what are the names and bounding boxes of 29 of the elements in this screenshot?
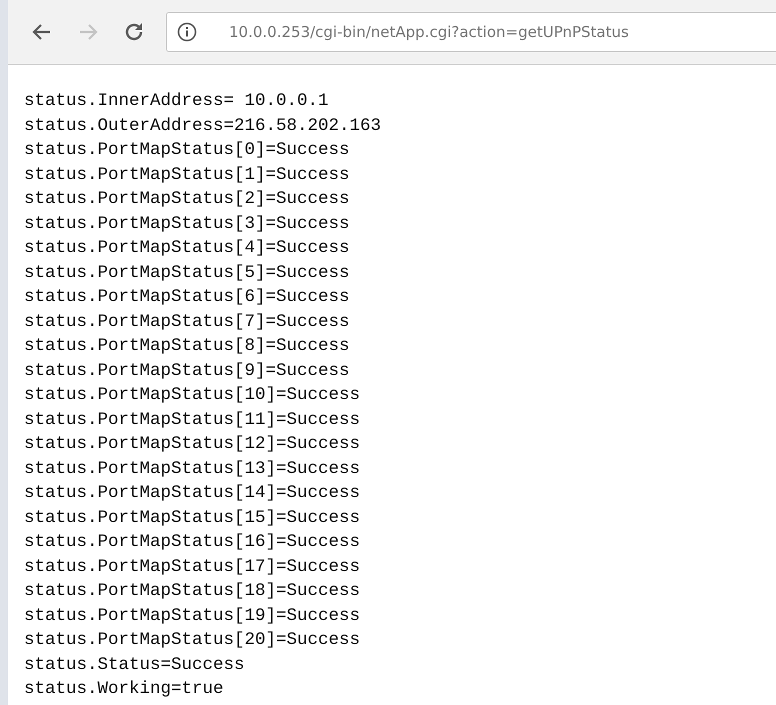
response-line: status.PortMapStatus[5]=Success [24, 262, 351, 284]
response-line: status.PortMapStatus[4]=Success [24, 237, 351, 260]
response-line: status.PortMapStatus[20]=Success [24, 629, 362, 652]
address-bar[interactable]: 10.0.0.253/cgi-bin/netApp.cgi?action=getUPnPStatus [166, 12, 776, 52]
response-line: status.PortMapStatus[19]=Success [24, 604, 362, 628]
response-line: status.PortMapStatus[17]=Success [24, 556, 362, 578]
response-line: status.PortMapStatus[13]=Success [24, 458, 362, 480]
response-line: status.PortMapStatus[0]=Success [24, 139, 351, 162]
response-line: status.PortMapStatus[1]=Success [24, 164, 351, 186]
url-text: 10.0.0.253/cgi-bin/netApp.cgi?action=getUPnPStatus [229, 23, 629, 41]
response-line: status.PortMapStatus[9]=Success [24, 360, 351, 382]
response-line: status.PortMapStatus[12]=Success [24, 433, 362, 456]
response-line: status.PortMapStatus[16]=Success [24, 531, 362, 554]
response-line: status.Status=Success [24, 654, 246, 676]
response-line: status.PortMapStatus[14]=Success [24, 482, 362, 505]
response-line: status.PortMapStatus[18]=Success [24, 580, 362, 603]
response-line: status.PortMapStatus[6]=Success [24, 286, 351, 309]
response-line: status.PortMapStatus[10]=Success [24, 384, 362, 407]
response-line: status.PortMapStatus[3]=Success [24, 212, 351, 236]
response-line: status.Working=true [24, 678, 225, 701]
response-line: status.PortMapStatus[8]=Success [24, 335, 351, 358]
response-line: status.PortMapStatus[7]=Success [24, 310, 351, 334]
response-line: status.PortMapStatus[2]=Success [24, 188, 351, 211]
response-line: status.PortMapStatus[15]=Success [24, 506, 362, 530]
reload-icon [123, 21, 145, 43]
response-line: status.PortMapStatus[11]=Success [24, 408, 362, 432]
response-line: status.OuterAddress=216.58.202.163 [24, 114, 382, 138]
response-line: status.InnerAddress= 10.0.0.1 [24, 90, 330, 113]
info-icon [177, 22, 197, 42]
